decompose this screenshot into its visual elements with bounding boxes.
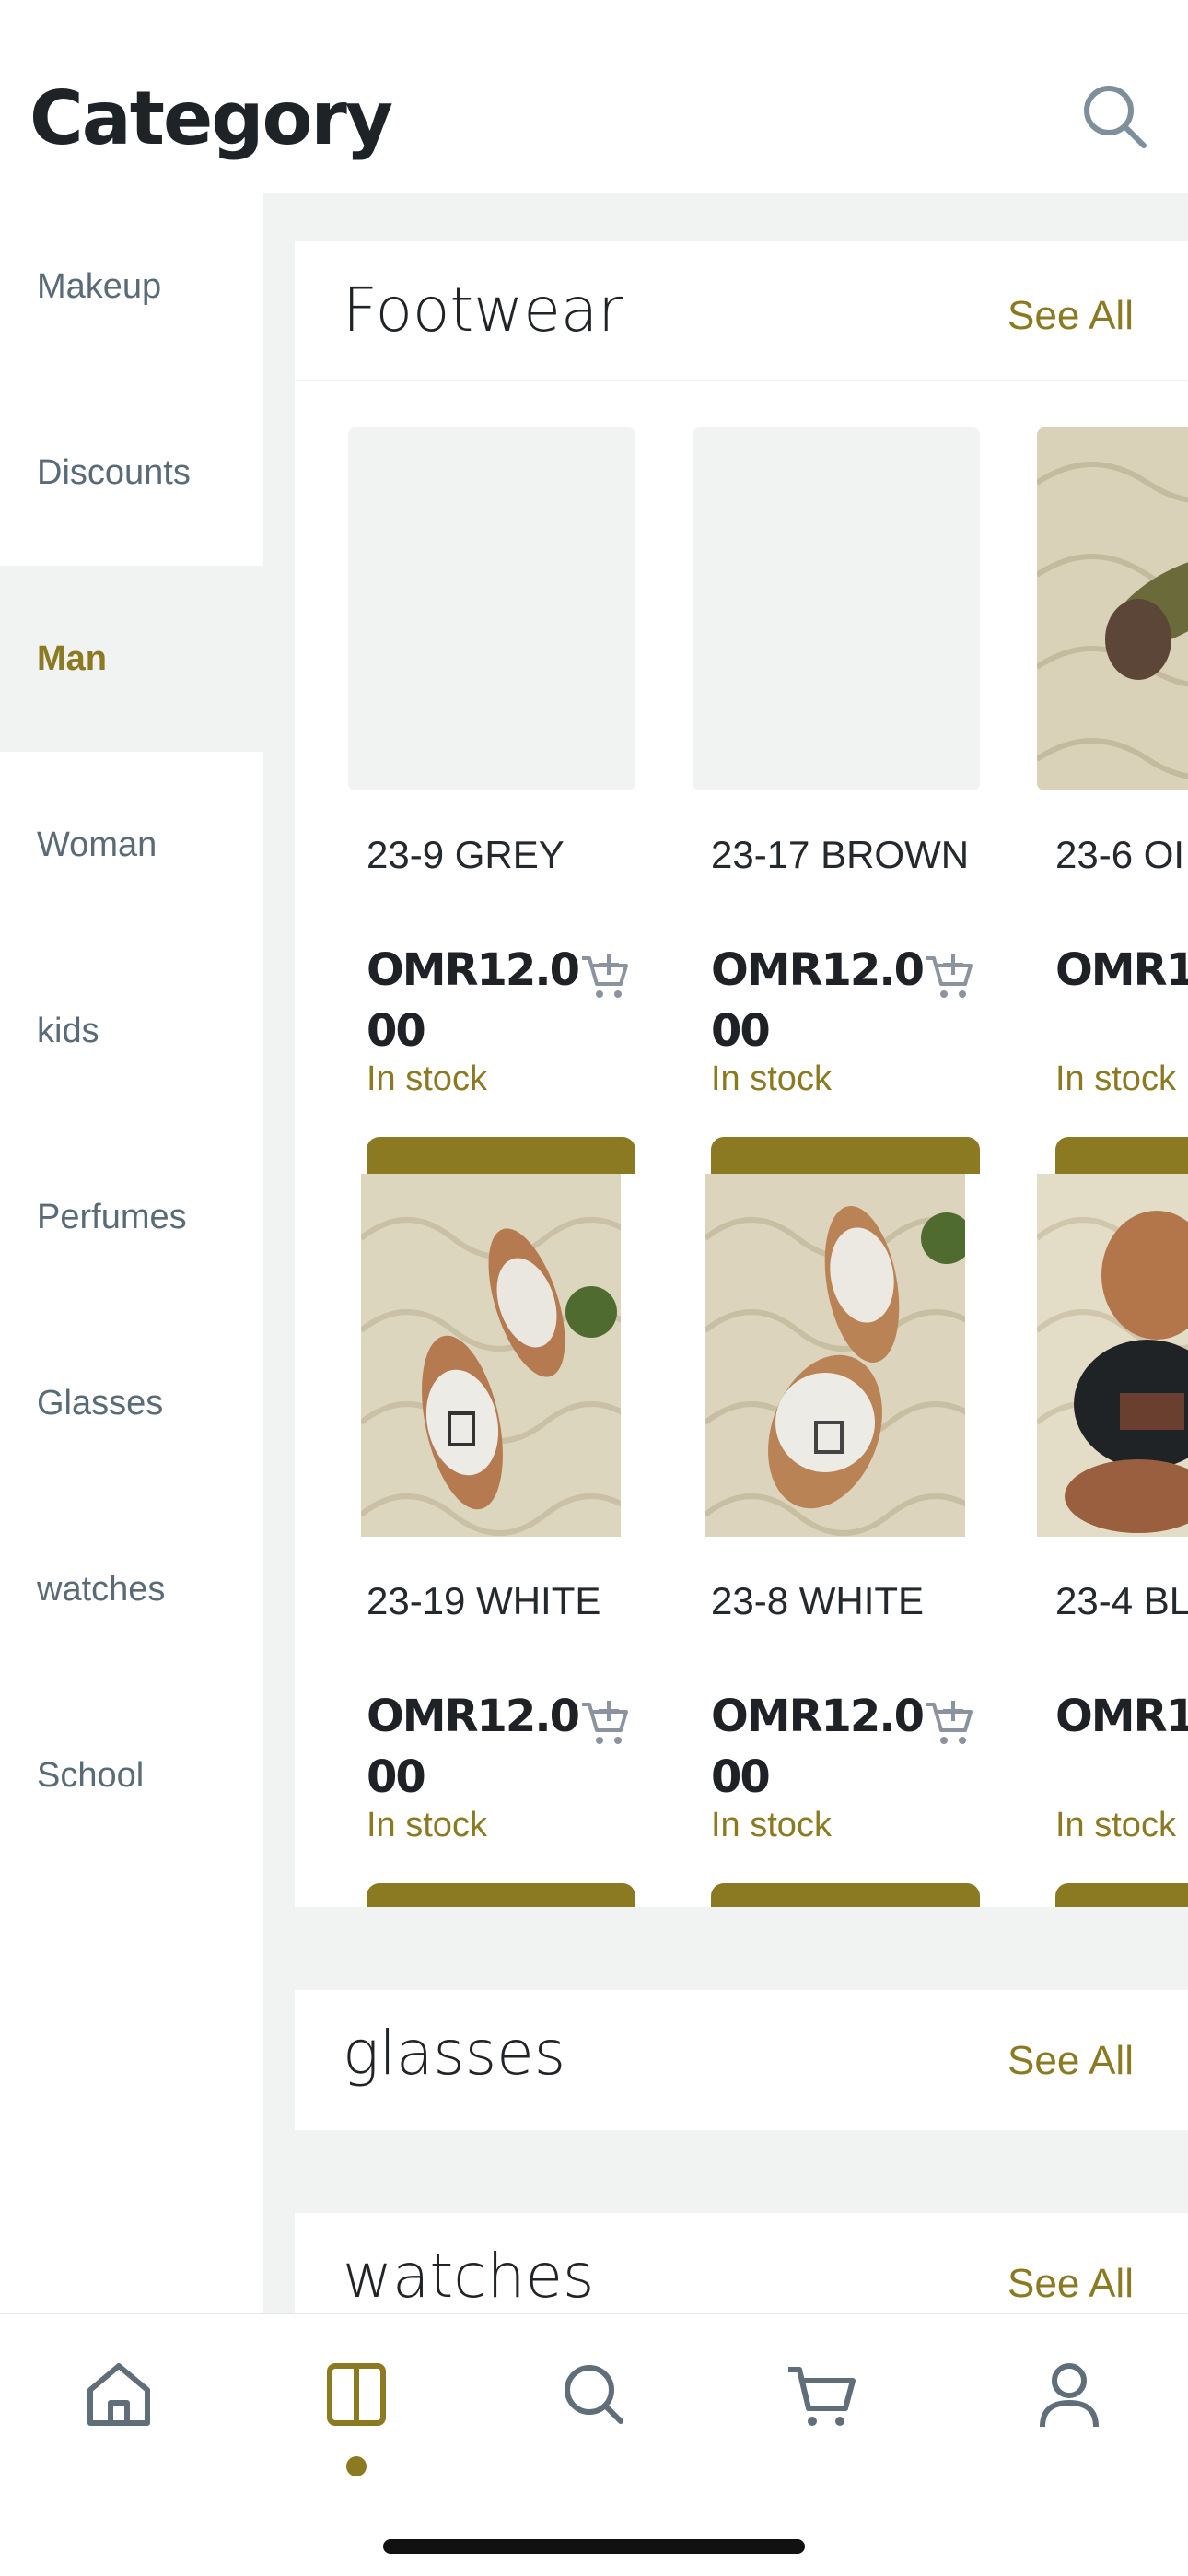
add-to-cart-button[interactable] [711, 1137, 980, 1174]
add-to-cart-button[interactable] [711, 1883, 980, 1907]
home-icon[interactable] [77, 2353, 160, 2436]
active-tab-indicator [346, 2456, 367, 2476]
product-name: 23-17 BROWN [711, 833, 970, 876]
add-to-cart-icon[interactable] [578, 1697, 632, 1749]
see-all-link[interactable]: See All [1007, 293, 1134, 339]
product-name: 23-4 BL [1055, 1579, 1188, 1622]
stock-status: In stock [711, 1060, 832, 1098]
product-image-placeholder[interactable] [693, 427, 980, 790]
section-title: glasses [343, 2018, 566, 2089]
sidebar-item-label: kids [37, 1011, 99, 1050]
sidebar-item-makeup[interactable]: Makeup [0, 193, 263, 380]
see-all-link[interactable]: See All [1007, 2038, 1134, 2084]
product-price: OMR12.000 [367, 1691, 580, 1803]
sidebar-item-label: Woman [37, 825, 157, 864]
section-title: Footwear [343, 275, 623, 345]
search-icon[interactable] [553, 2353, 635, 2436]
watches-section: watches See All [295, 2213, 1188, 2313]
add-to-cart-button[interactable] [1055, 1883, 1188, 1907]
product-card[interactable]: 23-9 GREY OMR12.000 In stock [348, 427, 635, 1183]
product-name: 23-8 WHITE [711, 1579, 925, 1622]
product-image-olive-sandal[interactable] [1037, 427, 1188, 790]
home-indicator [383, 2539, 805, 2554]
product-image-placeholder[interactable] [348, 427, 635, 790]
sidebar-item-woman[interactable]: Woman [0, 752, 263, 938]
add-to-cart-button[interactable] [367, 1883, 635, 1907]
sidebar-item-label: Glasses [37, 1383, 164, 1423]
add-to-cart-button[interactable] [367, 1137, 635, 1174]
product-card[interactable]: 23-19 WHITE OMR12.000 In stock [348, 1174, 635, 1907]
sidebar-item-label: Makeup [37, 266, 162, 306]
product-price: OMR12.000 [367, 944, 580, 1057]
page-title: Category [29, 76, 393, 161]
stock-status: In stock [367, 1060, 487, 1098]
sidebar-item-man[interactable]: Man [0, 566, 263, 752]
sidebar-item-perfumes[interactable]: Perfumes [0, 1124, 263, 1310]
product-price: OMR1 [1055, 1691, 1188, 1742]
add-to-cart-button[interactable] [1055, 1137, 1188, 1174]
sidebar-item-label: Perfumes [37, 1197, 187, 1236]
sidebar-item-label: School [37, 1755, 145, 1795]
product-price: OMR1 [1055, 944, 1188, 996]
glasses-section: glasses See All [295, 1990, 1188, 2130]
product-card[interactable]: 23-6 OI OMR1 In stock [1037, 427, 1188, 1183]
stock-status: In stock [711, 1806, 832, 1844]
add-to-cart-icon[interactable] [923, 951, 976, 1002]
stock-status: In stock [1055, 1806, 1176, 1844]
bottom-tab-bar [0, 2313, 1188, 2576]
product-price: OMR12.000 [711, 1691, 925, 1803]
category-content: Footwear See All 23-9 GREY OMR12.000 In … [263, 193, 1188, 2313]
sidebar-item-glasses[interactable]: Glasses [0, 1310, 263, 1496]
sidebar-item-watches[interactable]: watches [0, 1496, 263, 1682]
profile-icon[interactable] [1028, 2353, 1111, 2436]
sidebar-item-school[interactable]: School [0, 1682, 263, 1868]
add-to-cart-icon[interactable] [923, 1697, 976, 1749]
stock-status: In stock [367, 1806, 487, 1844]
product-price: OMR12.000 [711, 944, 925, 1057]
footwear-section: Footwear See All 23-9 GREY OMR12.000 In … [295, 241, 1188, 1907]
search-icon[interactable] [1079, 81, 1149, 151]
product-card[interactable]: 23-4 BL OMR1 In stock [1037, 1174, 1188, 1907]
product-name: 23-19 WHITE [367, 1579, 601, 1622]
sidebar-item-kids[interactable]: kids [0, 938, 263, 1124]
product-card[interactable]: 23-17 BROWN OMR12.000 In stock [693, 427, 980, 1183]
product-name: 23-6 OI [1055, 833, 1185, 876]
product-image-black-sandal[interactable] [1037, 1174, 1188, 1537]
sidebar-item-label: Discounts [37, 452, 191, 492]
product-name: 23-9 GREY [367, 833, 565, 876]
sidebar-item-label: watches [37, 1569, 166, 1609]
see-all-link[interactable]: See All [1007, 2261, 1134, 2307]
sidebar-item-label: Man [37, 638, 107, 678]
category-sidebar: Makeup Discounts Man Woman kids Perfumes… [0, 193, 263, 2313]
add-to-cart-icon[interactable] [578, 951, 632, 1002]
header: Category [0, 0, 1188, 193]
product-image-white-sandal[interactable] [705, 1174, 965, 1537]
section-title: watches [343, 2241, 595, 2312]
category-icon[interactable] [315, 2353, 398, 2436]
product-card[interactable]: 23-8 WHITE OMR12.000 In stock [693, 1174, 980, 1907]
cart-icon[interactable] [781, 2353, 864, 2436]
stock-status: In stock [1055, 1060, 1176, 1098]
product-image-white-sandal[interactable] [361, 1174, 621, 1537]
divider [295, 380, 1188, 381]
sidebar-item-discounts[interactable]: Discounts [0, 380, 263, 566]
